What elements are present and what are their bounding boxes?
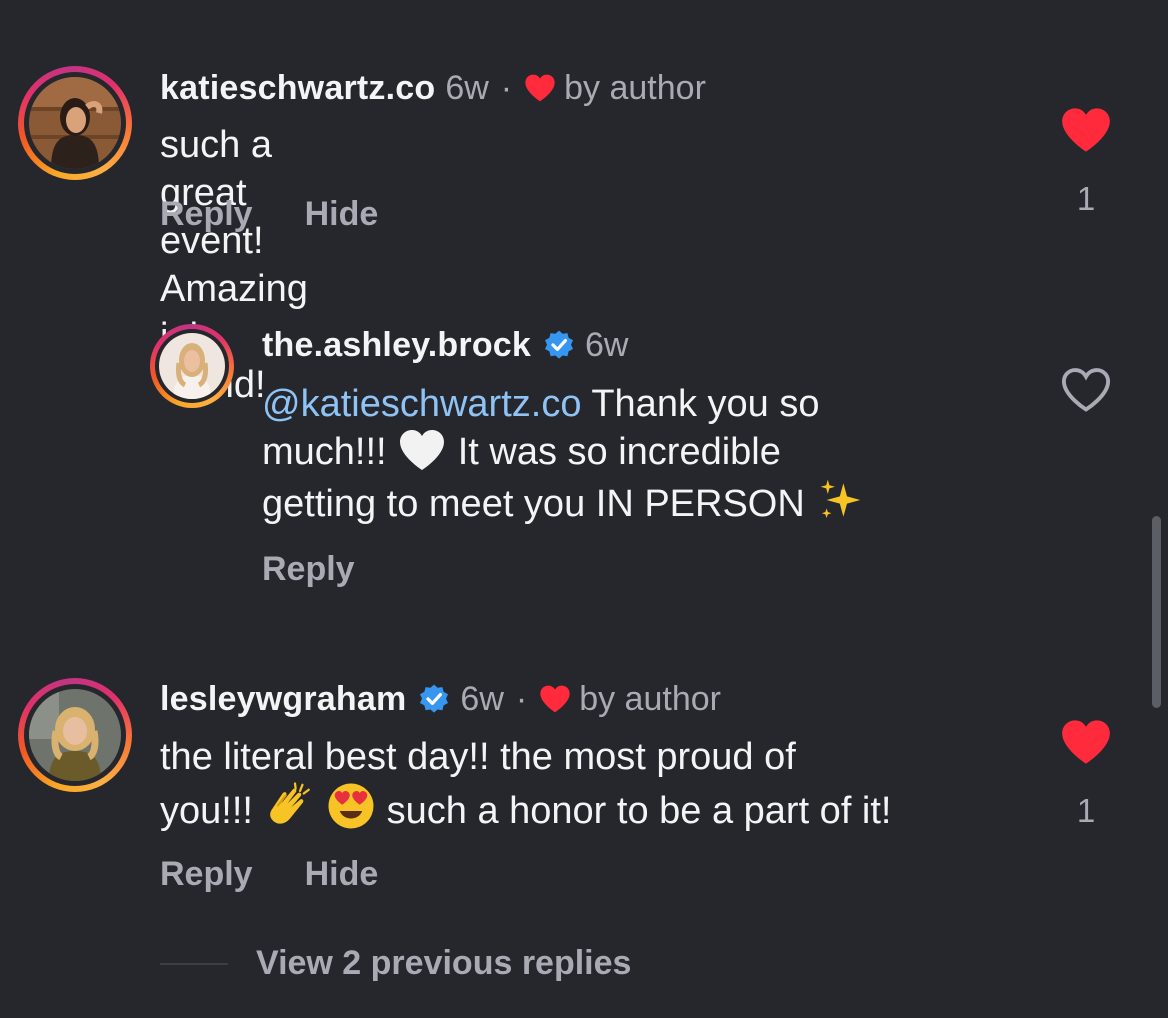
comment-text-part: you!!! [160,790,264,832]
avatar[interactable] [159,333,225,399]
comments-panel: katieschwartz.co 6w · by author such a g… [0,0,1168,1018]
separator-dot: · [500,69,513,107]
sparkles-emoji [820,479,861,518]
liked-by-author-heart-icon [540,685,570,713]
comment-username[interactable]: lesleywgraham [160,679,406,719]
comment-time: 6w [445,69,489,107]
reply-button[interactable]: Reply [160,195,253,234]
separator-dot: · [515,680,528,718]
verified-badge-icon [420,684,449,713]
heart-eyes-emoji [328,783,374,829]
comment-text-part: It was so incredible [447,431,781,473]
white-heart-emoji [400,430,445,470]
heart-filled-icon[interactable] [1060,718,1112,766]
avatar[interactable] [29,77,121,169]
like-count: 1 [1076,792,1096,829]
comment-text-part: getting to meet you IN PERSON [262,483,816,525]
divider-line [160,962,228,965]
comment-time: 6w [585,326,629,364]
comment-text-part: the literal best day!! the most proud of [160,736,796,778]
view-previous-replies-label[interactable]: View 2 previous replies [256,944,631,983]
scrollbar-thumb[interactable] [1152,516,1161,708]
reply-button[interactable]: Reply [262,550,355,589]
comment-username[interactable]: the.ashley.brock [262,325,531,365]
comment-text-part: such a honor to be a part of it! [376,790,892,832]
like-count: 1 [1076,180,1096,217]
hide-button[interactable]: Hide [305,855,379,894]
comment-text: @katieschwartz.co Thank you so much!!! I… [262,380,1022,528]
comment-text-part: much!!! [262,431,398,473]
clapping-hands-emoji [269,782,310,824]
verified-badge-icon [545,330,574,359]
comment-time: 6w [460,680,504,718]
comment-text: the literal best day!! the most proud of… [160,733,1040,835]
hide-button[interactable]: Hide [305,195,379,234]
reply-button[interactable]: Reply [160,855,253,894]
mention-link[interactable]: @katieschwartz.co [262,383,581,425]
liked-by-author-heart-icon [525,74,555,102]
view-previous-replies-button[interactable]: View 2 previous replies [160,944,631,983]
by-author-label: by author [579,680,721,718]
comment-username[interactable]: katieschwartz.co [160,68,435,108]
comment-text-part: Thank you so [581,383,820,425]
heart-outline-icon[interactable] [1060,366,1112,414]
heart-filled-icon[interactable] [1060,106,1112,154]
avatar[interactable] [29,689,121,781]
by-author-label: by author [564,69,706,107]
